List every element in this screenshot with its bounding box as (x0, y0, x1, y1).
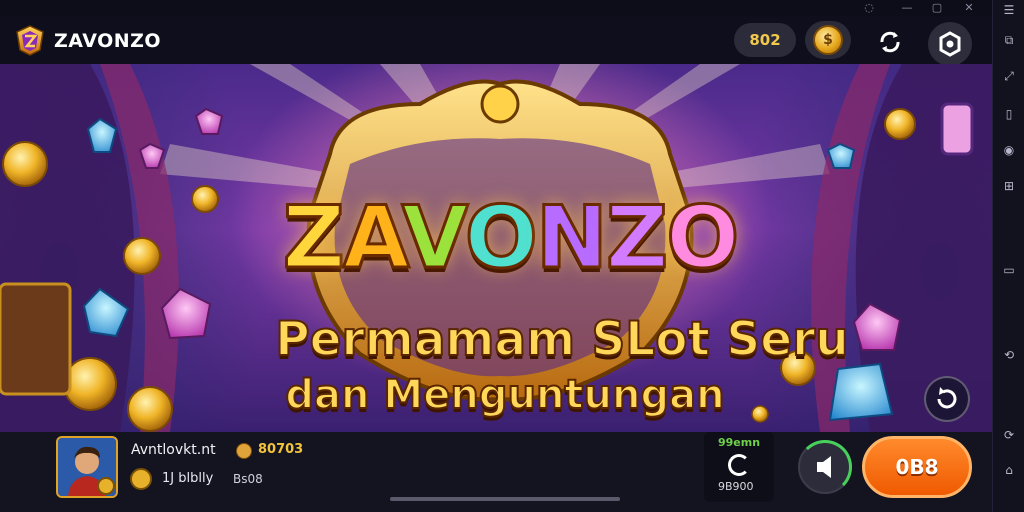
player-bottom-bar: Avntlovkt.nt 80703 1J blblly Bs08 99emn … (0, 432, 992, 512)
hero-title-letter: A (342, 187, 406, 290)
player-username: Avntlovkt.nt (131, 442, 216, 458)
hero-title-letter: O (463, 187, 539, 290)
window-title-bar: ◌ — ▢ ✕ (0, 0, 992, 16)
volume-icon[interactable]: ▯ (999, 104, 1019, 124)
install-apk-icon[interactable]: ⊞ (999, 176, 1019, 196)
hero-title-letter: O (665, 187, 741, 290)
sync-icon[interactable] (872, 24, 908, 60)
play-button[interactable]: 0B8 (862, 436, 972, 498)
refresh-button[interactable] (924, 376, 970, 422)
reward-button[interactable]: $ (805, 21, 851, 59)
loading-ring-icon (728, 454, 750, 476)
hero-title: ZAVONZO (270, 187, 750, 290)
player-coin-count: 80703 (258, 442, 304, 457)
app-logo-icon (16, 25, 44, 56)
screen-icon[interactable]: ⧉ (999, 30, 1019, 50)
close-icon[interactable]: ✕ (958, 0, 980, 16)
status-bottom-text: 9B900 (718, 480, 754, 493)
app-name: ZAVONZO (54, 30, 162, 52)
status-top-text: 99emn (718, 436, 761, 449)
settings-button[interactable] (928, 22, 972, 66)
hero-banner[interactable]: ZAVONZO Permamam SLot Seru dan Menguntun… (0, 64, 992, 432)
menu-icon[interactable]: ☰ (999, 0, 1019, 20)
hero-title-letter: Z (281, 187, 346, 290)
layers-icon[interactable]: ▭ (999, 260, 1019, 280)
hero-title-letter: Z (604, 187, 669, 290)
hero-subtitle-line1: Permamam SLot Seru (274, 311, 850, 368)
hero-subtitle-line2: dan Menguntungan (284, 371, 725, 419)
navigation-handle[interactable] (390, 497, 620, 501)
fullscreen-icon[interactable]: ⤢ (999, 66, 1019, 86)
player-level-value: Bs08 (233, 472, 263, 486)
reward-coin-icon: $ (813, 25, 843, 55)
refresh-icon (937, 387, 957, 409)
location-icon[interactable]: ◌ (858, 0, 880, 16)
hero-title-letter: V (400, 187, 468, 290)
status-panel: 99emn 9B900 (704, 432, 774, 502)
app-top-bar: ZAVONZO 802 $ (0, 16, 992, 66)
gear-icon (939, 31, 961, 57)
level-badge-icon (130, 468, 152, 490)
home-icon[interactable]: ⌂ (999, 460, 1019, 480)
avatar-portrait (58, 438, 116, 496)
maximize-icon[interactable]: ▢ (926, 0, 948, 16)
refresh-icon[interactable]: ⟳ (999, 425, 1019, 445)
minimize-icon[interactable]: — (896, 0, 918, 16)
coin-icon (236, 443, 252, 459)
player-level-label: 1J blblly (162, 471, 214, 486)
avatar[interactable] (56, 436, 118, 498)
progress-arc (798, 440, 852, 494)
emulator-side-toolbar: ☰ ⧉ ⤢ ▯ ◉ ⊞ ▭ ⟲ ⟳ ⌂ (992, 0, 1024, 512)
coin-balance-pill[interactable]: 802 (734, 23, 796, 57)
chat-button[interactable] (798, 440, 852, 494)
rotate-icon[interactable]: ⟲ (999, 345, 1019, 365)
hero-title-letter: N (534, 187, 609, 290)
record-icon[interactable]: ◉ (999, 140, 1019, 160)
